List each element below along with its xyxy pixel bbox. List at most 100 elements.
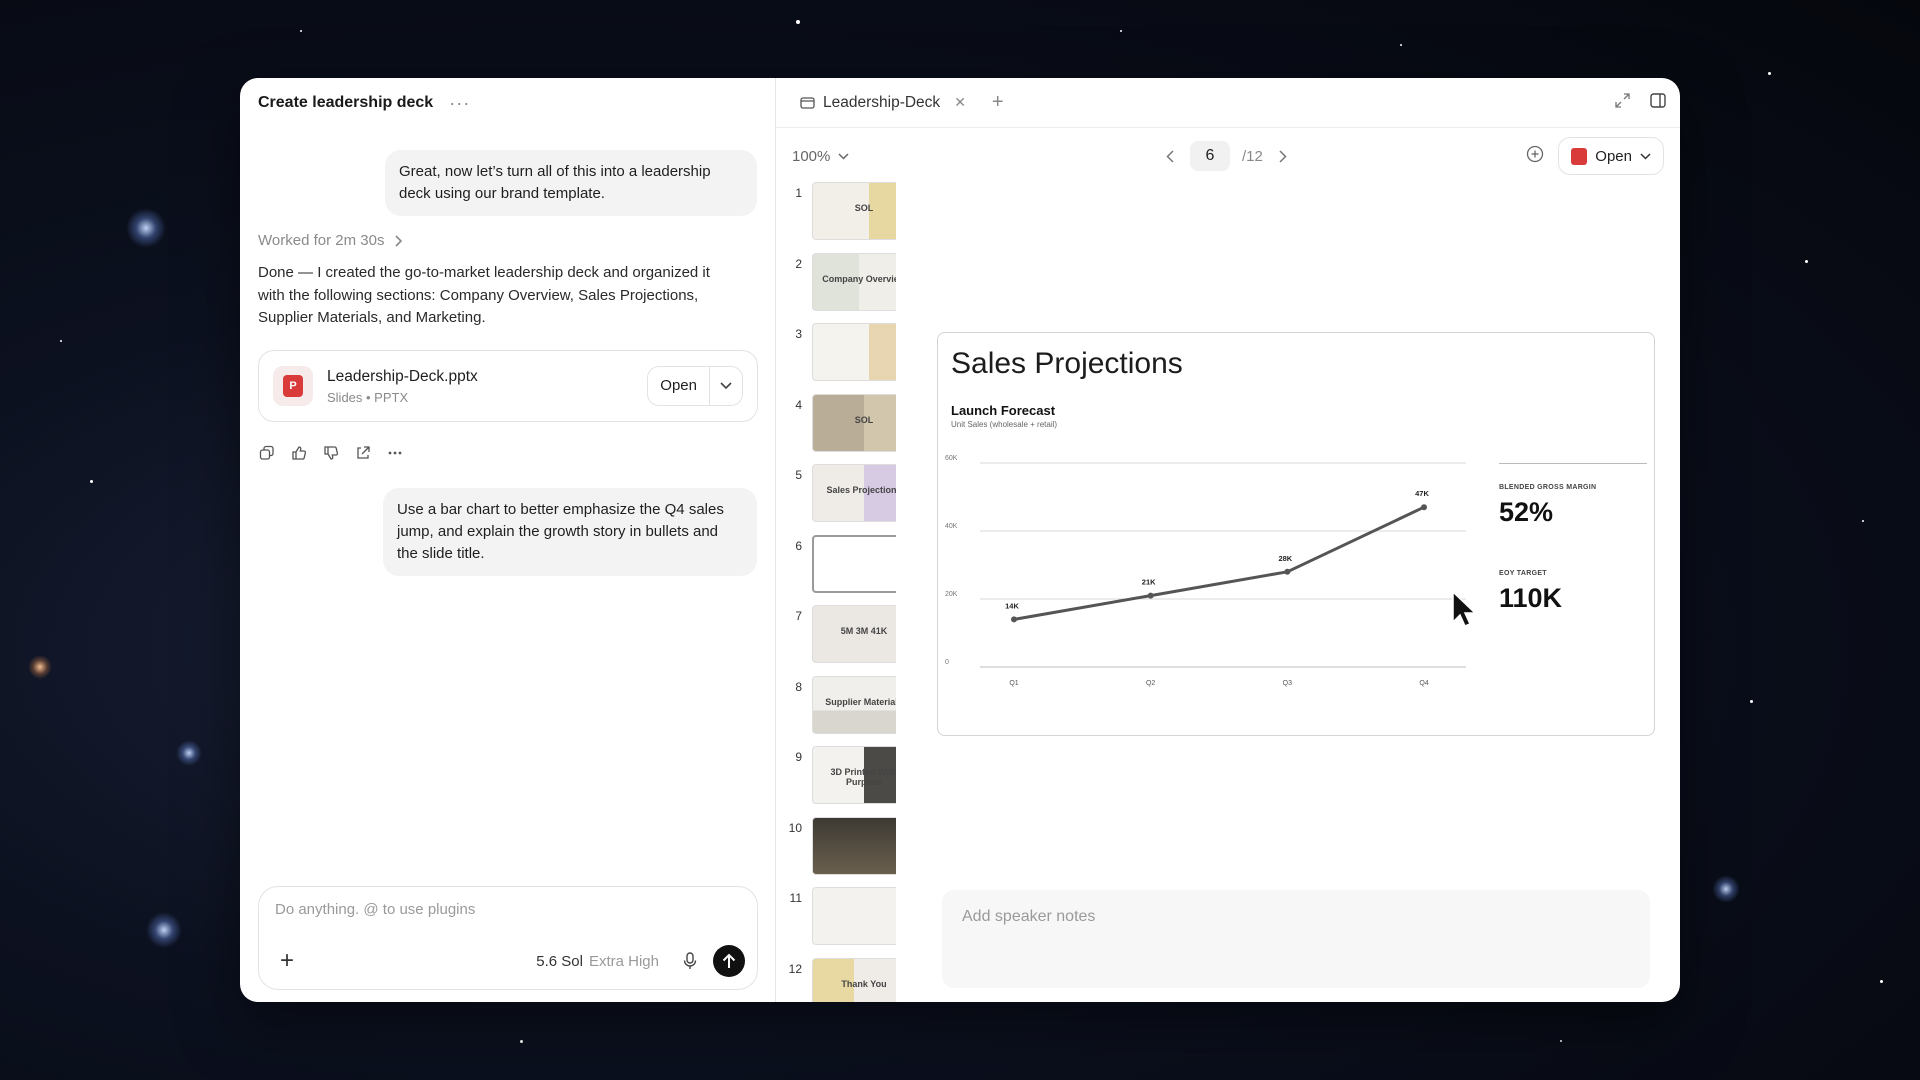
thumbs-up-icon[interactable] bbox=[290, 444, 308, 462]
chat-title: Create leadership deck bbox=[258, 94, 434, 111]
slide-thumbnail-image: Thank You bbox=[812, 957, 896, 1002]
slide-number: 8 bbox=[795, 679, 802, 694]
document-viewer: Leadership-Deck ✕ + 100% 6 /12 Open 1 SO… bbox=[776, 78, 1680, 1002]
slide-thumbnail-image bbox=[812, 534, 896, 593]
user-message: Use a bar chart to better emphasize the … bbox=[383, 488, 757, 576]
file-meta: Slides • PPTX bbox=[327, 389, 409, 405]
chevron-down-icon[interactable] bbox=[710, 382, 742, 390]
chat-header: Create leadership deck ··· bbox=[240, 78, 775, 128]
x-tick-label: Q1 bbox=[1009, 680, 1018, 687]
tab-bar: Leadership-Deck ✕ + bbox=[776, 78, 1680, 128]
speaker-notes-input[interactable]: Add speaker notes bbox=[942, 890, 1650, 988]
composer[interactable]: Do anything. @ to use plugins + 5.6 Sol … bbox=[258, 886, 758, 990]
open-label: Open bbox=[1595, 147, 1632, 165]
model-selector[interactable]: 5.6 Sol Extra High bbox=[536, 953, 659, 970]
app-window: Create leadership deck ··· Great, now le… bbox=[240, 78, 1680, 1002]
chat-menu-icon[interactable]: ··· bbox=[449, 93, 470, 114]
data-label: 14K bbox=[1005, 601, 1019, 610]
slide-thumbnail-text: Company Overview bbox=[822, 273, 896, 284]
chevron-right-icon bbox=[395, 234, 403, 247]
slide-thumbnail[interactable]: 2 Company Overview bbox=[784, 252, 896, 324]
close-tab-icon[interactable]: ✕ bbox=[954, 94, 966, 111]
y-tick-label: 0 bbox=[945, 659, 949, 666]
x-tick-label: Q4 bbox=[1419, 680, 1428, 687]
open-in-app-button[interactable]: Open bbox=[1558, 137, 1664, 175]
prev-page-icon[interactable] bbox=[1162, 149, 1178, 163]
kpi-value: 110K bbox=[1499, 583, 1563, 613]
slide-thumbnail-image bbox=[812, 323, 896, 381]
file-name: Leadership-Deck.pptx bbox=[327, 367, 478, 385]
copy-icon[interactable] bbox=[258, 444, 276, 462]
data-point bbox=[1421, 504, 1427, 511]
share-icon[interactable] bbox=[354, 444, 372, 462]
chevron-down-icon bbox=[838, 152, 849, 160]
file-card[interactable]: P Leadership-Deck.pptx Slides • PPTX Ope… bbox=[258, 350, 758, 422]
slide-thumbnails: 1 SOL 2 Company Overview 3 4 SOL 5 Sales Project… bbox=[784, 182, 896, 1002]
expand-icon[interactable] bbox=[1615, 92, 1630, 113]
data-point bbox=[1011, 616, 1017, 623]
worked-label: Worked for 2m 30s bbox=[258, 232, 385, 249]
slide-number: 7 bbox=[795, 609, 802, 623]
slide-thumbnail-image: SOL bbox=[812, 182, 896, 240]
page-navigator: 6 /12 bbox=[1162, 141, 1291, 171]
slide-number: 2 bbox=[795, 256, 802, 271]
slide-thumbnail[interactable]: 7 5M 3M 41K bbox=[784, 605, 896, 676]
slide-thumbnail[interactable]: 8 Supplier Materials bbox=[784, 675, 896, 747]
slide-thumbnail[interactable]: 5 Sales Projections bbox=[784, 464, 896, 535]
user-message: Great, now let’s turn all of this into a… bbox=[385, 150, 757, 216]
slide-thumbnail[interactable]: 4 SOL bbox=[784, 393, 896, 465]
line-chart: 0 20K 40K 60K Q1 Q2 Q3 Q4 14K 21K 28K 47K bbox=[945, 455, 1466, 687]
file-open-split-button: Open bbox=[647, 366, 743, 406]
slide-number: 10 bbox=[788, 820, 802, 835]
file-open-button[interactable]: Open bbox=[648, 366, 710, 406]
new-tab-icon[interactable]: + bbox=[992, 91, 1004, 114]
data-label: 21K bbox=[1142, 578, 1156, 587]
message-actions bbox=[258, 444, 404, 462]
worked-duration[interactable]: Worked for 2m 30s bbox=[258, 232, 403, 249]
slide-thumbnail-text: 3D Printed With Purpose bbox=[830, 767, 896, 787]
kpi-label: EOY TARGET bbox=[1499, 570, 1547, 577]
y-tick-label: 20K bbox=[945, 591, 958, 598]
composer-input[interactable]: Do anything. @ to use plugins bbox=[275, 901, 741, 918]
slide-number: 4 bbox=[795, 397, 802, 412]
next-page-icon[interactable] bbox=[1275, 149, 1291, 163]
slide-number: 1 bbox=[795, 186, 802, 200]
slide-thumbnail[interactable]: 12 Thank You bbox=[784, 957, 896, 1002]
slide-number: 9 bbox=[795, 750, 802, 764]
series-line bbox=[1013, 505, 1425, 621]
slide-thumbnail[interactable]: 10 bbox=[784, 816, 896, 888]
send-button[interactable] bbox=[713, 945, 745, 977]
sidebar-toggle-icon[interactable] bbox=[1650, 92, 1666, 113]
slide-thumbnail[interactable]: 6 bbox=[784, 534, 896, 606]
thumbs-down-icon[interactable] bbox=[322, 444, 340, 462]
slide-thumbnail-text: SOL bbox=[854, 203, 874, 213]
slide-number: 11 bbox=[789, 891, 802, 905]
zoom-value: 100% bbox=[792, 147, 831, 165]
more-icon[interactable] bbox=[386, 444, 404, 462]
add-attachment-icon[interactable]: + bbox=[275, 947, 299, 975]
slide-thumbnail[interactable]: 11 bbox=[784, 887, 896, 958]
arrow-up-icon bbox=[722, 953, 736, 968]
slide-thumbnail-image: Company Overview bbox=[812, 252, 896, 311]
page-number-input[interactable]: 6 bbox=[1190, 141, 1230, 171]
slide-thumbnail[interactable]: 1 SOL bbox=[784, 182, 896, 253]
add-comment-icon[interactable] bbox=[1526, 145, 1544, 168]
slide-number: 12 bbox=[788, 961, 802, 976]
slide-thumbnail[interactable]: 9 3D Printed With Purpose bbox=[784, 746, 896, 817]
slide-thumbnail[interactable]: 3 bbox=[784, 323, 896, 394]
zoom-selector[interactable]: 100% bbox=[792, 148, 849, 165]
slide-thumbnail-image: SOL bbox=[812, 393, 896, 452]
viewer-toolbar: 100% 6 /12 Open bbox=[776, 128, 1680, 184]
slide-canvas: Sales Projections Launch Forecast Unit S… bbox=[937, 332, 1655, 736]
chevron-down-icon bbox=[1640, 152, 1651, 160]
data-label: 47K bbox=[1415, 489, 1429, 498]
microphone-icon[interactable] bbox=[679, 950, 701, 972]
x-tick-label: Q3 bbox=[1283, 680, 1292, 687]
slide-thumbnail-text: Sales Projections bbox=[826, 485, 896, 495]
slide-thumbnail-text: Thank You bbox=[841, 978, 887, 989]
total-pages: /12 bbox=[1242, 147, 1263, 165]
tab-leadership-deck[interactable]: Leadership-Deck ✕ bbox=[790, 88, 976, 118]
kpi-divider bbox=[1499, 463, 1647, 464]
reasoning-level: Extra High bbox=[588, 952, 659, 970]
data-point bbox=[1147, 592, 1154, 599]
